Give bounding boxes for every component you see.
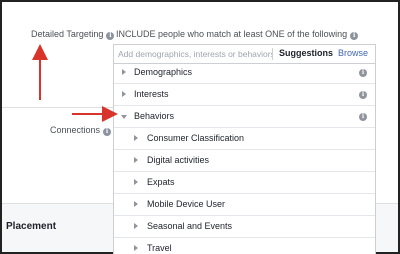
annotation-arrows xyxy=(32,44,118,122)
